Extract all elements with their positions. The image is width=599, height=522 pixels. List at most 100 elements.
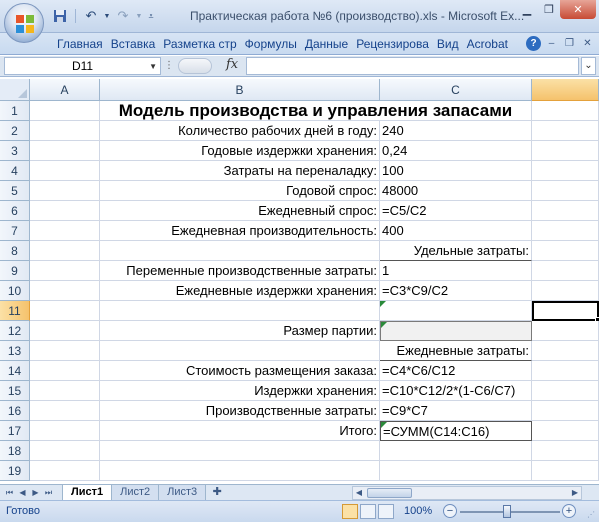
normal-view-icon[interactable] [342,504,358,519]
row-header[interactable]: 17 [0,421,30,441]
first-sheet-icon[interactable]: ⏮ [4,486,15,499]
cell-d[interactable] [532,221,599,241]
cell-b-label[interactable]: Стоимость размещения заказа: [100,361,380,381]
cell-d[interactable] [532,361,599,381]
insert-function-icon[interactable]: fx [226,57,238,72]
column-header-a[interactable]: A [30,79,100,101]
cell-a[interactable] [30,461,100,481]
row-header[interactable]: 19 [0,461,30,481]
cell-c-value[interactable] [380,321,532,341]
cell-d[interactable] [532,121,599,141]
row-header[interactable]: 14 [0,361,30,381]
cell-d[interactable] [532,241,599,261]
cell-d[interactable] [532,201,599,221]
zoom-out-icon[interactable]: − [443,504,457,518]
cell-b-label[interactable]: Годовые издержки хранения: [100,141,380,161]
tab-insert[interactable]: Вставка [107,33,160,55]
cell-a[interactable] [30,181,100,201]
cell-b-label[interactable]: Размер партии: [100,321,380,341]
doc-minimize-icon[interactable]: – [544,36,559,51]
maximize-icon[interactable]: ❐ [538,0,560,19]
chevron-down-icon[interactable]: ▼ [149,59,157,75]
row-header[interactable]: 18 [0,441,30,461]
page-layout-view-icon[interactable] [360,504,376,519]
cell-a[interactable] [30,321,100,341]
row-header[interactable]: 10 [0,281,30,301]
cell-b-label[interactable]: Ежедневная производительность: [100,221,380,241]
row-header[interactable]: 2 [0,121,30,141]
cell-b-label[interactable]: Затраты на переналадку: [100,161,380,181]
cell-b-label[interactable] [100,341,380,361]
zoom-level[interactable]: 100% [404,505,432,517]
column-header-c[interactable]: C [380,79,532,101]
row-header[interactable]: 6 [0,201,30,221]
error-indicator-icon[interactable] [380,301,386,307]
cell-c-value[interactable]: 400 [380,221,532,241]
undo-dropdown-icon[interactable]: ▼ [103,6,111,26]
office-button[interactable] [4,3,44,43]
tab-view[interactable]: Вид [433,33,463,55]
scroll-right-icon[interactable]: ▶ [569,487,581,499]
last-sheet-icon[interactable]: ⏭ [43,486,54,499]
cell-b-label[interactable]: Итого: [100,421,380,441]
tab-data[interactable]: Данные [301,33,352,55]
cell-d[interactable] [532,141,599,161]
cell-c-value[interactable]: 240 [380,121,532,141]
sheet-title-cell[interactable]: Модель производства и управления запасам… [100,101,532,121]
row-header[interactable]: 12 [0,321,30,341]
row-header[interactable]: 13 [0,341,30,361]
cell-d[interactable] [532,421,599,441]
cell-c-value[interactable]: Удельные затраты: [380,241,532,261]
tab-review[interactable]: Рецензирова [352,33,433,55]
row-header[interactable]: 9 [0,261,30,281]
cell-c-value[interactable]: Ежедневные затраты: [380,341,532,361]
cell-a[interactable] [30,101,100,121]
cell-a[interactable] [30,441,100,461]
cell-a[interactable] [30,121,100,141]
insert-sheet-icon[interactable]: ✚ [206,485,228,501]
row-header[interactable]: 3 [0,141,30,161]
sheet-tab-1[interactable]: Лист1 [62,485,113,501]
cell-b-label[interactable] [100,301,380,321]
cell-d[interactable] [532,441,599,461]
cell-b-label[interactable] [100,441,380,461]
redo-icon[interactable]: ↷ [113,6,133,26]
cell-c-value[interactable]: 48000 [380,181,532,201]
horizontal-scrollbar[interactable]: ◀ ▶ [352,486,582,500]
cell-b-label[interactable] [100,461,380,481]
cell-a[interactable] [30,361,100,381]
close-icon[interactable]: ✕ [560,0,596,19]
cell-d[interactable] [532,461,599,481]
undo-icon[interactable]: ↶ [81,6,101,26]
scroll-left-icon[interactable]: ◀ [353,487,365,499]
save-icon[interactable] [50,6,70,26]
row-header[interactable]: 11 [0,301,30,321]
cell-b-label[interactable]: Ежедневные издержки хранения: [100,281,380,301]
row-header[interactable]: 1 [0,101,30,121]
cell-a[interactable] [30,401,100,421]
select-all-corner[interactable] [0,79,30,101]
cell-a[interactable] [30,221,100,241]
row-header[interactable]: 15 [0,381,30,401]
cell-c-value[interactable]: =C3*C9/C2 [380,281,532,301]
row-header[interactable]: 5 [0,181,30,201]
sheet-tab-3[interactable]: Лист3 [159,485,207,501]
cell-d[interactable] [532,261,599,281]
page-break-view-icon[interactable] [378,504,394,519]
help-icon[interactable]: ? [526,36,541,51]
cell-c-value[interactable]: =C4*C6/C12 [380,361,532,381]
cell-a[interactable] [30,241,100,261]
doc-restore-icon[interactable]: ❐ [562,36,577,51]
cell-c-value[interactable]: 100 [380,161,532,181]
cell-a[interactable] [30,421,100,441]
cell-c-value[interactable] [380,301,532,321]
expand-formula-bar-icon[interactable]: ⌄ [581,57,596,75]
error-indicator-icon[interactable] [381,422,387,428]
doc-close-icon[interactable]: ✕ [580,36,595,51]
cell-c-value[interactable]: =C9*C7 [380,401,532,421]
cell-b-label[interactable] [100,241,380,261]
tab-acrobat[interactable]: Acrobat [463,33,512,55]
cell-d[interactable] [532,341,599,361]
zoom-in-icon[interactable]: + [562,504,576,518]
row-header[interactable]: 16 [0,401,30,421]
